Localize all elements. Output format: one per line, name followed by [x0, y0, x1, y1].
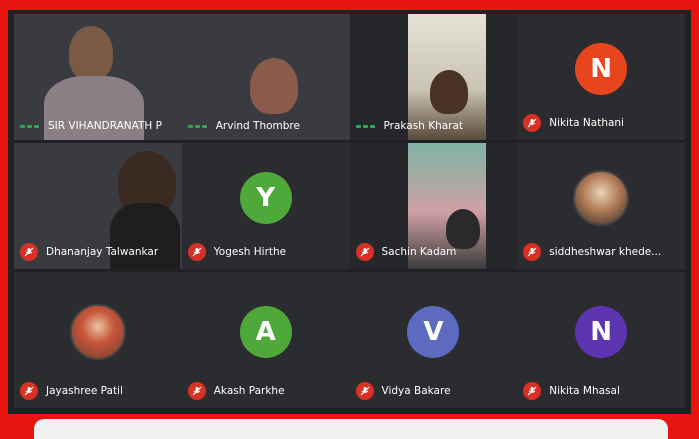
participant-tile[interactable]: Arvind Thombre: [181, 14, 350, 140]
avatar: N: [575, 305, 628, 358]
participant-name: Yogesh Hirthe: [213, 246, 287, 258]
participant-tile[interactable]: N Nikita Mhasal: [517, 272, 685, 408]
avatar: [69, 303, 126, 360]
participant-label: Arvind Thombre: [187, 120, 300, 132]
participant-label: Vidya Bakare: [355, 382, 451, 400]
participant-video: [69, 26, 113, 80]
avatar: [573, 170, 630, 227]
participant-label: Nikita Nathani: [523, 114, 624, 132]
participant-name: SIR VIHANDRANATH P: [48, 120, 162, 132]
participant-name: Arvind Thombre: [215, 120, 300, 132]
participant-name: Vidya Bakare: [381, 385, 451, 397]
participant-tile[interactable]: siddheshwar khede...: [517, 143, 685, 269]
mic-off-icon: [187, 243, 206, 261]
participant-name: Sachin Kadam: [381, 246, 457, 258]
participant-tile[interactable]: V Vidya Bakare: [349, 272, 518, 408]
meeting-frame: SIR VIHANDRANATH P Arvind Thombre Prakas…: [8, 10, 691, 414]
mic-off-icon: [355, 243, 374, 261]
participant-video: [429, 70, 468, 114]
participant-label: SIR VIHANDRANATH P: [20, 120, 162, 132]
mic-off-icon: [523, 382, 542, 400]
participant-tile[interactable]: Sachin Kadam: [349, 143, 518, 269]
participant-tile[interactable]: N Nikita Nathani: [517, 14, 685, 140]
participant-name: Prakash Kharat: [383, 120, 464, 132]
participant-name: Dhananjay Talwankar: [46, 246, 159, 258]
participant-tile[interactable]: Jayashree Patil: [14, 272, 182, 408]
mic-off-icon: [523, 114, 542, 132]
participant-label: siddheshwar khede...: [523, 243, 661, 261]
mic-off-icon: [20, 382, 38, 400]
participant-name: Jayashree Patil: [46, 385, 123, 397]
participant-tile[interactable]: Dhananjay Talwankar: [14, 143, 182, 269]
speaking-indicator-icon: [187, 123, 208, 129]
participant-tile[interactable]: SIR VIHANDRANATH P: [14, 14, 182, 140]
participant-name: Nikita Mhasal: [549, 385, 620, 397]
participant-label: Yogesh Hirthe: [187, 243, 287, 261]
mic-off-icon: [20, 243, 38, 261]
participant-label: Akash Parkhe: [187, 382, 285, 400]
speaking-indicator-icon: [355, 123, 376, 129]
bottom-toolbar[interactable]: [34, 419, 668, 439]
participant-tile[interactable]: Prakash Kharat: [349, 14, 518, 140]
participant-label: Nikita Mhasal: [523, 382, 620, 400]
participant-video: [249, 58, 298, 114]
avatar: A: [239, 305, 292, 358]
participant-name: Akash Parkhe: [213, 385, 285, 397]
participant-label: Prakash Kharat: [355, 120, 464, 132]
mic-off-icon: [187, 382, 206, 400]
participant-name: Nikita Nathani: [549, 117, 624, 129]
speaking-indicator-icon: [20, 123, 40, 129]
mic-off-icon: [523, 243, 542, 261]
avatar: N: [575, 43, 628, 96]
participant-grid: SIR VIHANDRANATH P Arvind Thombre Prakas…: [14, 14, 685, 410]
participant-tile[interactable]: A Akash Parkhe: [181, 272, 350, 408]
avatar: Y: [239, 172, 292, 225]
participant-name: siddheshwar khede...: [549, 246, 662, 258]
participant-label: Jayashree Patil: [20, 382, 123, 400]
participant-label: Dhananjay Talwankar: [20, 243, 158, 261]
participant-label: Sachin Kadam: [355, 243, 457, 261]
avatar: V: [407, 305, 460, 358]
mic-off-icon: [355, 382, 374, 400]
participant-tile[interactable]: Y Yogesh Hirthe: [181, 143, 350, 269]
